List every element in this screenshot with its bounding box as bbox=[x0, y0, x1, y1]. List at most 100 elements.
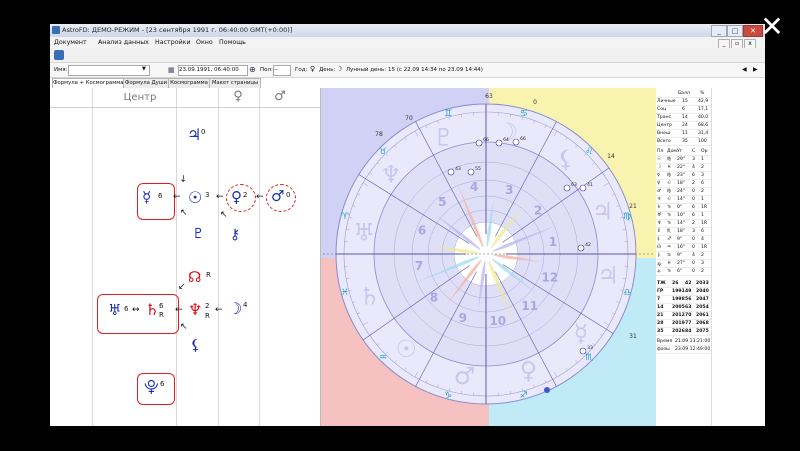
planet-row: ☊ ♒ 16° 0 1R bbox=[656, 244, 711, 252]
sign-ruler-glyph: ♇ bbox=[433, 123, 455, 151]
neptune-retro: R bbox=[205, 312, 210, 320]
window-title: AstroFD: ДЕМО-РЕЖИМ - [23 сентября 1991 … bbox=[62, 26, 293, 34]
table-cell: 2012 bbox=[672, 312, 685, 318]
tab-soul-formula[interactable]: Формула Души bbox=[123, 78, 169, 88]
mercury-count: 6 bbox=[158, 192, 163, 200]
cycle-row: 28 2019 77 2068 bbox=[656, 320, 711, 328]
table-cell: 1 bbox=[701, 196, 704, 202]
date-time-input[interactable]: 23.09.1991, 06:40:00 bbox=[178, 65, 248, 76]
table-cell: 0 bbox=[692, 188, 695, 194]
table-cell: 2054 bbox=[696, 304, 709, 310]
sign-ruler-glyph: ♄ bbox=[359, 282, 381, 310]
table-cell: ♆ bbox=[657, 220, 662, 226]
planet-marker bbox=[495, 139, 503, 147]
scroll-left-icon[interactable]: ◀ bbox=[742, 66, 747, 73]
tab-page-layout[interactable]: Макет страницы bbox=[209, 78, 261, 88]
sign-ruler-glyph: ♃ bbox=[597, 262, 619, 290]
menu-settings[interactable]: Настройки bbox=[155, 39, 191, 46]
zodiac-sign-glyph: ♒ bbox=[379, 353, 387, 363]
cusp-degree-label: 78 bbox=[375, 131, 383, 138]
table-cell: 56 bbox=[685, 296, 692, 302]
zodiac-sign-glyph: ♋ bbox=[520, 109, 528, 119]
gender-select[interactable]: -- bbox=[273, 65, 291, 76]
table-cell: 100 bbox=[698, 138, 707, 144]
cusp-degree-label: 14 bbox=[607, 153, 615, 160]
stats-header-row: Балл% bbox=[656, 90, 711, 98]
table-cell: Балл bbox=[678, 90, 690, 96]
app-logo-icon bbox=[52, 26, 60, 34]
stats-row: Транс 14 40,0 bbox=[656, 114, 711, 122]
mdi-restore-button[interactable]: ▫ bbox=[731, 38, 743, 49]
calendar-icon[interactable]: ▦ bbox=[168, 66, 175, 74]
neptune-count: 2 bbox=[205, 302, 210, 310]
arrow-jupiter: ↙ bbox=[177, 172, 190, 186]
menu-data-analysis[interactable]: Анализ данных bbox=[98, 39, 149, 46]
mdi-close-button[interactable]: x bbox=[744, 38, 756, 49]
uranus-count: 6 bbox=[124, 305, 129, 313]
table-cell: 14 bbox=[682, 114, 688, 120]
table-cell: 4 bbox=[701, 236, 704, 242]
arrow-chiron: ↖ bbox=[220, 210, 228, 220]
table-cell: 7 bbox=[657, 296, 661, 302]
gender-label: Пол: bbox=[260, 67, 273, 73]
table-cell: ☊ bbox=[657, 244, 662, 250]
column-divider bbox=[259, 88, 260, 426]
table-cell: ♓ bbox=[667, 260, 672, 266]
menu-help[interactable]: Помощь bbox=[219, 39, 246, 46]
persephone-count: 6 bbox=[160, 380, 165, 388]
tab-formula-cosmogram[interactable]: Формула + Космограмма bbox=[52, 78, 124, 88]
house-number: 6 bbox=[418, 224, 426, 238]
name-dropdown-icon[interactable]: ▼ bbox=[142, 66, 146, 72]
table-cell: ♑ bbox=[667, 212, 672, 218]
table-cell: 2 bbox=[701, 252, 704, 258]
planet-degree-label: 64 bbox=[503, 137, 509, 143]
table-cell: 9° bbox=[677, 252, 683, 258]
table-cell: 2075 bbox=[696, 328, 709, 334]
app-menu-icon[interactable] bbox=[54, 50, 64, 60]
table-cell: 6 bbox=[692, 204, 695, 210]
saturn-count: 6 bbox=[159, 302, 164, 310]
table-cell: 49 bbox=[685, 288, 692, 294]
planet-row: ♅ ♑ 10° 6 1 bbox=[656, 212, 711, 220]
table-cell: 23.09 12:49:00 bbox=[675, 346, 711, 352]
globe-icon[interactable]: ⊕ bbox=[249, 65, 256, 74]
table-cell: 70 bbox=[685, 312, 692, 318]
table-cell: 17,1 bbox=[698, 106, 709, 112]
sign-ruler-glyph: ⚸ bbox=[557, 145, 575, 173]
table-cell: 2033 bbox=[696, 280, 709, 286]
planet-degree-label: 33 bbox=[587, 345, 593, 351]
table-cell: 3 bbox=[701, 260, 704, 266]
sign-ruler-glyph: ♃ bbox=[592, 198, 614, 226]
table-cell: 14° bbox=[677, 220, 686, 226]
minimize-button[interactable]: _ bbox=[711, 25, 727, 37]
house-number: 3 bbox=[505, 183, 513, 197]
arrow-node: ↙ bbox=[178, 282, 186, 292]
menu-window[interactable]: Окно bbox=[196, 39, 213, 46]
table-cell: 1R bbox=[701, 244, 708, 250]
table-cell: ☽ bbox=[657, 164, 662, 170]
saturn-retro: R bbox=[159, 311, 164, 319]
tab-cosmogram[interactable]: Космограмма bbox=[168, 78, 210, 88]
house-number: 2 bbox=[534, 203, 542, 217]
stats-row: Центр 24 68,6 bbox=[656, 122, 711, 130]
venus-header: ♀ bbox=[233, 89, 243, 104]
overlay-close-button[interactable]: ✕ bbox=[757, 12, 787, 42]
menu-document[interactable]: Документ bbox=[54, 39, 87, 46]
natal-chart-wheel[interactable]: 6370780142131♈♉♊ ♋♌♍♎♏♐♑♒♓654 321121110987… bbox=[321, 88, 656, 426]
planet-degree-label: 41 bbox=[587, 182, 593, 188]
sign-ruler-glyph: ☿ bbox=[574, 320, 589, 348]
cycle-row: 21 2012 70 2061 bbox=[656, 312, 711, 320]
mdi-minimize-button[interactable]: _ bbox=[718, 38, 730, 49]
header-divider bbox=[50, 107, 320, 108]
name-input[interactable] bbox=[68, 65, 150, 76]
table-cell: ⚶ bbox=[657, 268, 661, 274]
table-cell: 2 bbox=[692, 180, 695, 186]
chart-statistics-table: Балл% Личные 15 42,9 Соц 6 17,1 Транс 14 40,0 Цент… bbox=[656, 88, 711, 426]
table-cell: 6 bbox=[701, 228, 704, 234]
table-cell: ☿ bbox=[657, 172, 660, 178]
table-cell: 42 bbox=[685, 280, 692, 286]
maximize-button[interactable]: □ bbox=[727, 25, 743, 37]
scroll-right-icon[interactable]: ▶ bbox=[753, 66, 758, 73]
planet-marker bbox=[579, 184, 587, 192]
table-cell: 26 bbox=[672, 280, 679, 286]
